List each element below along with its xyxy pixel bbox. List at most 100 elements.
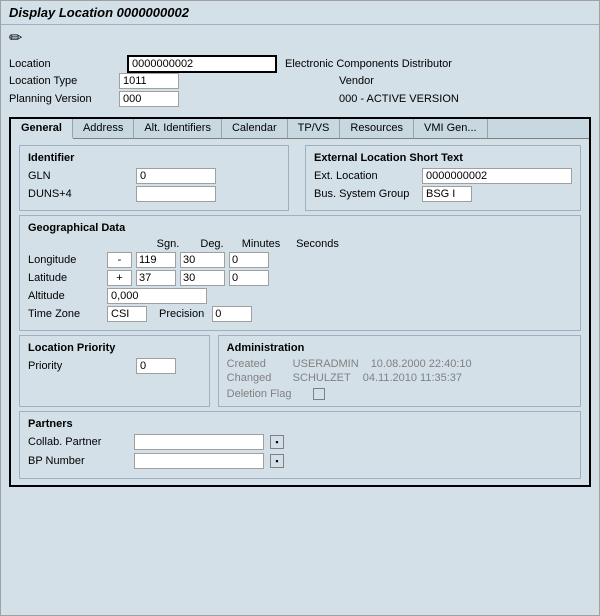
geo-title: Geographical Data (28, 222, 572, 234)
location-type-desc: Vendor (339, 75, 374, 87)
location-type-input[interactable] (119, 73, 179, 89)
latitude-sec-input[interactable] (229, 270, 269, 286)
changed-row: Changed SCHULZET 04.11.2010 11:35:37 (227, 372, 572, 384)
location-row: Location Electronic Components Distribut… (9, 55, 591, 73)
priority-title: Location Priority (28, 342, 201, 354)
duns-row: DUNS+4 (28, 186, 280, 202)
tab-calendar[interactable]: Calendar (222, 119, 288, 138)
tab-alt-identifiers[interactable]: Alt. Identifiers (134, 119, 222, 138)
bp-number-label: BP Number (28, 455, 128, 467)
title-bar: Display Location 0000000002 (1, 1, 599, 25)
external-location-section: External Location Short Text Ext. Locati… (305, 145, 581, 211)
bp-number-input[interactable] (134, 453, 264, 469)
timezone-label: Time Zone (28, 308, 103, 320)
duns-input[interactable] (136, 186, 216, 202)
header-form: Location Electronic Components Distribut… (1, 51, 599, 113)
ext-location-title: External Location Short Text (314, 152, 572, 164)
bus-system-input[interactable] (422, 186, 472, 202)
altitude-row: Altitude (28, 288, 572, 304)
sgn-header: Sgn. (148, 238, 188, 250)
deletion-row: Deletion Flag (227, 388, 572, 400)
sec-header: Seconds (290, 238, 345, 250)
planning-version-input[interactable] (119, 91, 179, 107)
tab-vmi-gen[interactable]: VMI Gen... (414, 119, 488, 138)
latitude-min-input[interactable] (180, 270, 225, 286)
altitude-input[interactable] (107, 288, 207, 304)
priority-row: Priority (28, 358, 201, 374)
changed-label: Changed (227, 372, 287, 384)
changed-user: SCHULZET (293, 372, 351, 384)
latitude-label: Latitude (28, 272, 103, 284)
gln-label: GLN (28, 170, 128, 182)
tabs-container: General Address Alt. Identifiers Calenda… (9, 117, 591, 487)
gln-input[interactable] (136, 168, 216, 184)
latitude-row: Latitude (28, 270, 572, 286)
location-type-row: Location Type Vendor (9, 73, 591, 89)
main-window: Display Location 0000000002 ✏ Location E… (0, 0, 600, 616)
bus-system-row: Bus. System Group (314, 186, 572, 202)
deg-header: Deg. (192, 238, 232, 250)
created-date: 10.08.2000 22:40:10 (371, 358, 472, 370)
created-label: Created (227, 358, 287, 370)
longitude-min-input[interactable] (180, 252, 225, 268)
geographical-section: Geographical Data Sgn. Deg. Minutes Seco… (19, 215, 581, 331)
latitude-deg-input[interactable] (136, 270, 176, 286)
collab-partner-btn[interactable]: ▪ (270, 435, 284, 449)
admin-title: Administration (227, 342, 572, 354)
planning-version-desc: 000 - ACTIVE VERSION (339, 93, 459, 105)
edit-icon[interactable]: ✏ (9, 28, 22, 48)
priority-input[interactable] (136, 358, 176, 374)
ext-location-row: Ext. Location (314, 168, 572, 184)
priority-section: Location Priority Priority (19, 335, 210, 407)
tabs-header: General Address Alt. Identifiers Calenda… (11, 119, 589, 139)
latitude-sign-input[interactable] (107, 270, 132, 286)
changed-date: 04.11.2010 11:35:37 (363, 372, 462, 384)
location-type-label: Location Type (9, 75, 119, 87)
identifier-section: Identifier GLN DUNS+4 (19, 145, 289, 211)
location-desc: Electronic Components Distributor (285, 58, 452, 70)
deletion-flag-label: Deletion Flag (227, 388, 307, 400)
priority-label: Priority (28, 360, 128, 372)
created-row: Created USERADMIN 10.08.2000 22:40:10 (227, 358, 572, 370)
identifier-title: Identifier (28, 152, 280, 164)
administration-section: Administration Created USERADMIN 10.08.2… (218, 335, 581, 407)
partners-section: Partners Collab. Partner ▪ BP Number ▪ (19, 411, 581, 479)
tab-content-general: Identifier GLN DUNS+4 External Location … (11, 139, 589, 485)
tab-general[interactable]: General (11, 119, 73, 139)
geo-header: Sgn. Deg. Minutes Seconds (148, 238, 572, 250)
bus-system-label: Bus. System Group (314, 188, 414, 200)
duns-label: DUNS+4 (28, 188, 128, 200)
gln-row: GLN (28, 168, 280, 184)
collab-partner-input[interactable] (134, 434, 264, 450)
toolbar: ✏ (1, 25, 599, 51)
tab-resources[interactable]: Resources (340, 119, 414, 138)
tab-address[interactable]: Address (73, 119, 134, 138)
planning-version-row: Planning Version 000 - ACTIVE VERSION (9, 91, 591, 107)
altitude-label: Altitude (28, 290, 103, 302)
tab-tpvs[interactable]: TP/VS (288, 119, 341, 138)
timezone-row: Time Zone Precision (28, 306, 572, 322)
min-header: Minutes (236, 238, 286, 250)
window-title: Display Location 0000000002 (9, 5, 189, 20)
planning-version-label: Planning Version (9, 93, 119, 105)
collab-partner-label: Collab. Partner (28, 436, 128, 448)
location-id-input[interactable] (127, 55, 277, 73)
bp-number-btn[interactable]: ▪ (270, 454, 284, 468)
precision-label: Precision (159, 308, 204, 320)
timezone-input[interactable] (107, 306, 147, 322)
longitude-deg-input[interactable] (136, 252, 176, 268)
longitude-label: Longitude (28, 254, 103, 266)
ext-location-input[interactable] (422, 168, 572, 184)
collab-partner-row: Collab. Partner ▪ (28, 434, 572, 450)
location-label: Location (9, 58, 119, 70)
bp-number-row: BP Number ▪ (28, 453, 572, 469)
longitude-row: Longitude (28, 252, 572, 268)
deletion-flag-checkbox[interactable] (313, 388, 325, 400)
geo-table: Sgn. Deg. Minutes Seconds Longitude Lati… (28, 238, 572, 322)
longitude-sign-input[interactable] (107, 252, 132, 268)
precision-input[interactable] (212, 306, 252, 322)
longitude-sec-input[interactable] (229, 252, 269, 268)
bottom-sections: Location Priority Priority Administratio… (19, 335, 581, 407)
created-user: USERADMIN (293, 358, 359, 370)
partners-title: Partners (28, 418, 572, 430)
